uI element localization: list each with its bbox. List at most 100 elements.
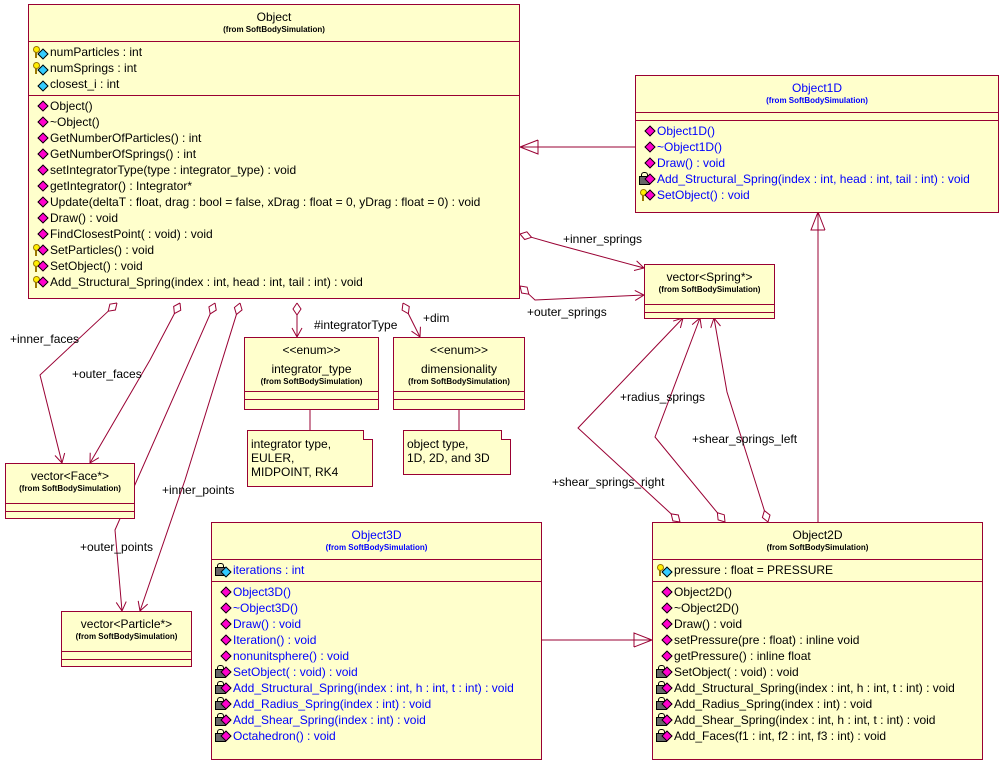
class-object[interactable]: Object (from SoftBodySimulation) numPartic… (28, 4, 520, 299)
operation-text: Add_Faces(f1 : int, f2 : int, f3 : int) … (674, 729, 887, 743)
class-name: Object (256, 10, 292, 24)
class-name: Object1D (791, 81, 843, 95)
operation-text: Draw() : void (657, 156, 726, 170)
key-icon (32, 243, 50, 257)
attribute-section: numParticles : int numSprings : int closes… (29, 42, 519, 96)
lock-icon (656, 665, 674, 679)
class-header: <<enum>> integrator_type (from SoftBodySim… (245, 338, 378, 392)
class-package: (from SoftBodySimulation) (75, 632, 178, 641)
attribute[interactable]: numParticles : int (32, 44, 519, 60)
attribute[interactable]: pressure : float = PRESSURE (656, 562, 982, 578)
operation-section (645, 313, 774, 320)
operation[interactable]: Add_Shear_Spring(index : int, h : int, t… (656, 712, 982, 728)
class-package: (from SoftBodySimulation) (19, 484, 121, 493)
operation[interactable]: Octahedron() : void (215, 728, 541, 744)
label-inner-springs: +inner_springs (563, 232, 643, 246)
operation[interactable]: nonunitsphere() : void (215, 648, 541, 664)
aggregation-diamond (208, 302, 217, 315)
aggregation-diamond (107, 302, 118, 312)
operation[interactable]: GetNumberOfSprings() : int (32, 146, 519, 162)
operation[interactable]: ~Object2D() (656, 600, 982, 616)
operation[interactable]: Add_Structural_Spring(index : int, h : i… (215, 680, 541, 696)
operation-text: SetObject( : void) : void (674, 665, 799, 679)
operation-text: ~Object2D() (674, 601, 740, 615)
operation-text: ~Object1D() (657, 140, 723, 154)
operation[interactable]: Iteration() : void (215, 632, 541, 648)
operation[interactable]: Update(deltaT : float, drag : bool = fal… (32, 194, 519, 210)
key-icon (639, 188, 657, 202)
diamond-icon (215, 585, 233, 599)
diamond-icon (32, 211, 50, 225)
operation-text: Object() (50, 99, 93, 113)
operation[interactable]: SetObject() : void (32, 258, 519, 274)
operation[interactable]: Draw() : void (215, 616, 541, 632)
class-vparticle[interactable]: vector<Particle*> (from SoftBodySimulatio… (61, 611, 192, 667)
operation[interactable]: Add_Faces(f1 : int, f2 : int, f3 : int) … (656, 728, 982, 744)
note-integrator-type: integrator type, EULER, MIDPOINT, RK4 (247, 430, 373, 487)
key-icon (32, 45, 50, 60)
operation-text: getIntegrator() : Integrator* (50, 179, 193, 193)
class-header: <<enum>> dimensionality (from SoftBodySimu… (394, 338, 524, 392)
class-object2d[interactable]: Object2D (from SoftBodySimulation) pressur… (652, 522, 983, 760)
lock-icon (215, 665, 233, 679)
operation[interactable]: ~Object() (32, 114, 519, 130)
operation[interactable]: SetObject( : void) : void (656, 664, 982, 680)
operation[interactable]: ~Object1D() (639, 139, 998, 155)
class-object1d[interactable]: Object1D (from SoftBodySimulation) Object1… (635, 75, 999, 213)
attribute-section (636, 113, 998, 121)
class-vspring[interactable]: vector<Spring*> (from SoftBodySimulation) (644, 264, 775, 319)
operation[interactable]: SetObject() : void (639, 187, 998, 203)
assoc-outer-faces (89, 313, 175, 464)
class-dim[interactable]: <<enum>> dimensionality (from SoftBodySimu… (393, 337, 525, 410)
operation[interactable]: ~Object3D() (215, 600, 541, 616)
class-vface[interactable]: vector<Face*> (from SoftBodySimulation) (5, 463, 135, 519)
operation[interactable]: Draw() : void (639, 155, 998, 171)
operation[interactable]: Object() (32, 98, 519, 114)
operation[interactable]: getPressure() : inline float (656, 648, 982, 664)
attribute-text: numSprings : int (50, 61, 137, 75)
operation[interactable]: setIntegratorType(type : integrator_type… (32, 162, 519, 178)
operation[interactable]: FindClosestPoint( : void) : void (32, 226, 519, 242)
operation[interactable]: Add_Radius_Spring(index : int) : void (656, 696, 982, 712)
operation[interactable]: Object2D() (656, 584, 982, 600)
attribute[interactable]: closest_i : int (32, 76, 519, 92)
operation[interactable]: Add_Structural_Spring(index : int, h : i… (656, 680, 982, 696)
lock-icon (656, 713, 674, 727)
attribute-section (245, 392, 378, 400)
class-name: Object3D (351, 528, 402, 542)
aggregation-diamond (761, 509, 771, 523)
class-integrator[interactable]: <<enum>> integrator_type (from SoftBodySim… (244, 337, 379, 410)
operation[interactable]: Add_Radius_Spring(index : int) : void (215, 696, 541, 712)
operation[interactable]: Add_Structural_Spring(index : int, head … (32, 274, 519, 290)
operation[interactable]: setPressure(pre : float) : inline void (656, 632, 982, 648)
operation[interactable]: Add_Structural_Spring(index : int, head … (639, 171, 998, 187)
operation[interactable]: SetObject( : void) : void (215, 664, 541, 680)
attribute-text: pressure : float = PRESSURE (674, 563, 834, 577)
label-shear-springs-left: +shear_springs_left (692, 432, 798, 446)
class-object3d[interactable]: Object3D (from SoftBodySimulation) iterati… (211, 522, 542, 760)
aggregation-diamond (716, 512, 726, 523)
class-name: dimensionality (420, 362, 498, 376)
operation[interactable]: GetNumberOfParticles() : int (32, 130, 519, 146)
operation-text: setPressure(pre : float) : inline void (674, 633, 860, 647)
operation-text: Add_Structural_Spring(index : int, head … (657, 172, 970, 186)
operation[interactable]: Draw() : void (656, 616, 982, 632)
key-icon (32, 275, 50, 289)
operation[interactable]: Object3D() (215, 584, 541, 600)
operation[interactable]: SetParticles() : void (32, 242, 519, 258)
operation-text: nonunitsphere() : void (233, 649, 350, 663)
diamond-icon (215, 649, 233, 663)
operation-text: Add_Shear_Spring(index : int, h : int, t… (674, 713, 936, 727)
operation[interactable]: Object1D() (639, 123, 998, 139)
operation[interactable]: Draw() : void (32, 210, 519, 226)
operation[interactable]: getIntegrator() : Integrator* (32, 178, 519, 194)
label-shear-springs-right: +shear_springs_right (552, 475, 665, 489)
lock-icon (656, 729, 674, 743)
diamond-icon (32, 99, 50, 113)
note-dimensionality: object type, 1D, 2D, and 3D (403, 430, 511, 475)
attribute[interactable]: iterations : int (215, 562, 541, 578)
operation-text: ~Object3D() (233, 601, 299, 615)
attribute[interactable]: numSprings : int (32, 60, 519, 76)
operation[interactable]: Add_Shear_Spring(index : int) : void (215, 712, 541, 728)
class-package: (from SoftBodySimulation) (766, 96, 868, 105)
